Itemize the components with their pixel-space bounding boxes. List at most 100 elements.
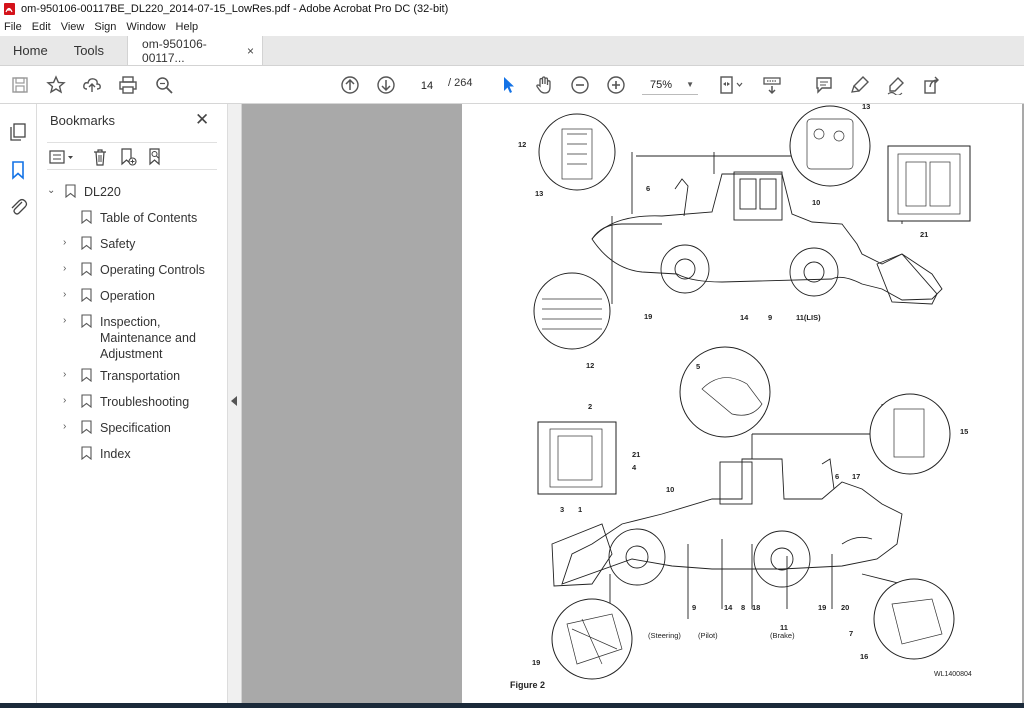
chevron-right-icon[interactable]: ›	[63, 421, 75, 432]
callout-label: 6	[835, 472, 840, 481]
tab-close-icon[interactable]: ×	[247, 44, 254, 58]
menu-view[interactable]: View	[61, 21, 85, 33]
bookmark-item-index[interactable]: Index	[63, 446, 131, 462]
highlight-icon[interactable]	[848, 73, 872, 97]
chevron-down-icon[interactable]: ⌄	[47, 185, 59, 196]
bookmark-label: Inspection, Maintenance and Adjustment	[100, 314, 196, 362]
bookmark-item-safety[interactable]: › Safety	[63, 236, 135, 252]
chevron-right-icon[interactable]: ›	[63, 315, 75, 326]
bookmark-item-specification[interactable]: › Specification	[63, 420, 171, 436]
menu-sign[interactable]: Sign	[94, 21, 116, 33]
callout-label: 6	[646, 184, 651, 193]
bookmarks-title: Bookmarks	[50, 113, 116, 128]
comment-icon[interactable]	[812, 73, 836, 97]
bookmark-options-icon[interactable]	[49, 148, 75, 166]
bookmark-label-line: Adjustment	[100, 347, 163, 361]
callout-label: 21	[920, 230, 929, 239]
menu-window[interactable]: Window	[126, 21, 165, 33]
hand-icon[interactable]	[532, 73, 556, 97]
zoom-in-icon[interactable]	[604, 73, 628, 97]
page-up-icon[interactable]	[338, 73, 362, 97]
callout-label: 1	[578, 505, 583, 514]
bookmark-item-operating-controls[interactable]: › Operating Controls	[63, 262, 205, 278]
search-icon[interactable]	[152, 73, 176, 97]
bookmark-icon	[81, 236, 92, 250]
callout-label: 5	[696, 362, 701, 371]
attachments-icon[interactable]	[8, 196, 28, 216]
menu-bar: File Edit View Sign Window Help	[0, 18, 1024, 36]
select-cursor-icon[interactable]	[496, 73, 520, 97]
tab-document[interactable]: om-950106-00117... ×	[127, 36, 264, 65]
chevron-right-icon[interactable]: ›	[63, 395, 75, 406]
menu-edit[interactable]: Edit	[32, 21, 51, 33]
bookmark-item-operation[interactable]: › Operation	[63, 288, 155, 304]
bookmark-label: Operation	[100, 289, 155, 303]
bookmark-root[interactable]: ⌄ DL220	[47, 184, 121, 200]
callout-label: 4	[632, 463, 637, 472]
bookmark-item-transportation[interactable]: › Transportation	[63, 368, 180, 384]
share-icon[interactable]	[920, 73, 944, 97]
document-viewport[interactable]: 12 13 6 13 10 21 19 14 9 11(LIS) 12 5 2 …	[242, 102, 1024, 708]
delete-icon[interactable]	[91, 148, 109, 166]
callout-label: 18	[752, 603, 761, 612]
new-bookmark-icon[interactable]	[119, 148, 137, 166]
navigation-rail	[0, 104, 37, 708]
chevron-right-icon[interactable]: ›	[63, 263, 75, 274]
callout-label: 11(LIS)	[796, 313, 821, 322]
fit-page-icon[interactable]	[716, 73, 746, 97]
tab-document-label: om-950106-00117...	[142, 36, 207, 65]
chevron-right-icon[interactable]: ›	[63, 369, 75, 380]
zoom-value: 75%	[650, 79, 673, 91]
callout-label: 10	[812, 198, 821, 207]
find-bookmark-icon[interactable]	[147, 148, 165, 166]
menu-file[interactable]: File	[4, 21, 22, 33]
callout-label: 17	[852, 472, 861, 481]
bookmarks-icon[interactable]	[8, 160, 28, 180]
page-thumbnails-icon[interactable]	[8, 122, 28, 142]
figure-id: WL1400804	[934, 671, 972, 678]
pdf-page: 12 13 6 13 10 21 19 14 9 11(LIS) 12 5 2 …	[462, 102, 1022, 704]
zoom-select[interactable]: 75% ▼	[642, 75, 698, 95]
callout-label: 14	[740, 313, 749, 322]
page-number-input[interactable]: 14	[412, 75, 442, 95]
toolbar: 14 / 264 75% ▼	[0, 66, 1024, 104]
save-icon[interactable]	[8, 73, 32, 97]
zoom-out-icon[interactable]	[568, 73, 592, 97]
sign-icon[interactable]	[884, 73, 908, 97]
print-icon[interactable]	[116, 73, 140, 97]
bookmark-icon	[81, 394, 92, 408]
chevron-right-icon[interactable]: ›	[63, 289, 75, 300]
taskbar	[0, 703, 1024, 708]
title-bar: om-950106-00117BE_DL220_2014-07-15_LowRe…	[0, 0, 1024, 18]
callout-label: 10	[666, 485, 675, 494]
bookmark-item-inspection[interactable]: › Inspection, Maintenance and Adjustment	[63, 314, 196, 362]
bookmark-label: Specification	[100, 421, 171, 435]
bookmark-label: Operating Controls	[100, 263, 205, 277]
star-icon[interactable]	[44, 73, 68, 97]
figure-caption: Figure 2	[510, 680, 546, 690]
chevron-right-icon[interactable]: ›	[63, 237, 75, 248]
callout-label: 13	[862, 102, 871, 111]
menu-help[interactable]: Help	[176, 21, 199, 33]
tab-tools[interactable]: Tools	[61, 36, 117, 65]
bookmark-item-troubleshooting[interactable]: › Troubleshooting	[63, 394, 189, 410]
bookmark-item-table-of-contents[interactable]: Table of Contents	[63, 210, 197, 226]
bookmark-label: DL220	[84, 185, 121, 199]
panel-collapse-handle[interactable]	[228, 104, 242, 708]
page-total: / 264	[448, 77, 473, 89]
chevron-left-icon	[231, 396, 237, 406]
bookmark-label: Safety	[100, 237, 136, 251]
page-down-icon[interactable]	[374, 73, 398, 97]
bookmark-icon	[81, 288, 92, 302]
bookmark-icon	[81, 368, 92, 382]
upload-icon[interactable]	[80, 73, 104, 97]
close-icon[interactable]: ✕	[195, 110, 209, 130]
bookmark-label: Transportation	[100, 369, 181, 383]
callout-label: 21	[632, 450, 641, 459]
bookmark-label-line: Inspection,	[100, 315, 161, 329]
tab-home[interactable]: Home	[0, 36, 61, 65]
bookmark-icon	[81, 446, 92, 460]
bookmarks-panel: Bookmarks ✕ ⌄ DL220 Table of Contents › …	[37, 104, 228, 708]
tab-bar: Home Tools om-950106-00117... ×	[0, 36, 1024, 66]
keyboard-icon[interactable]	[760, 73, 784, 97]
